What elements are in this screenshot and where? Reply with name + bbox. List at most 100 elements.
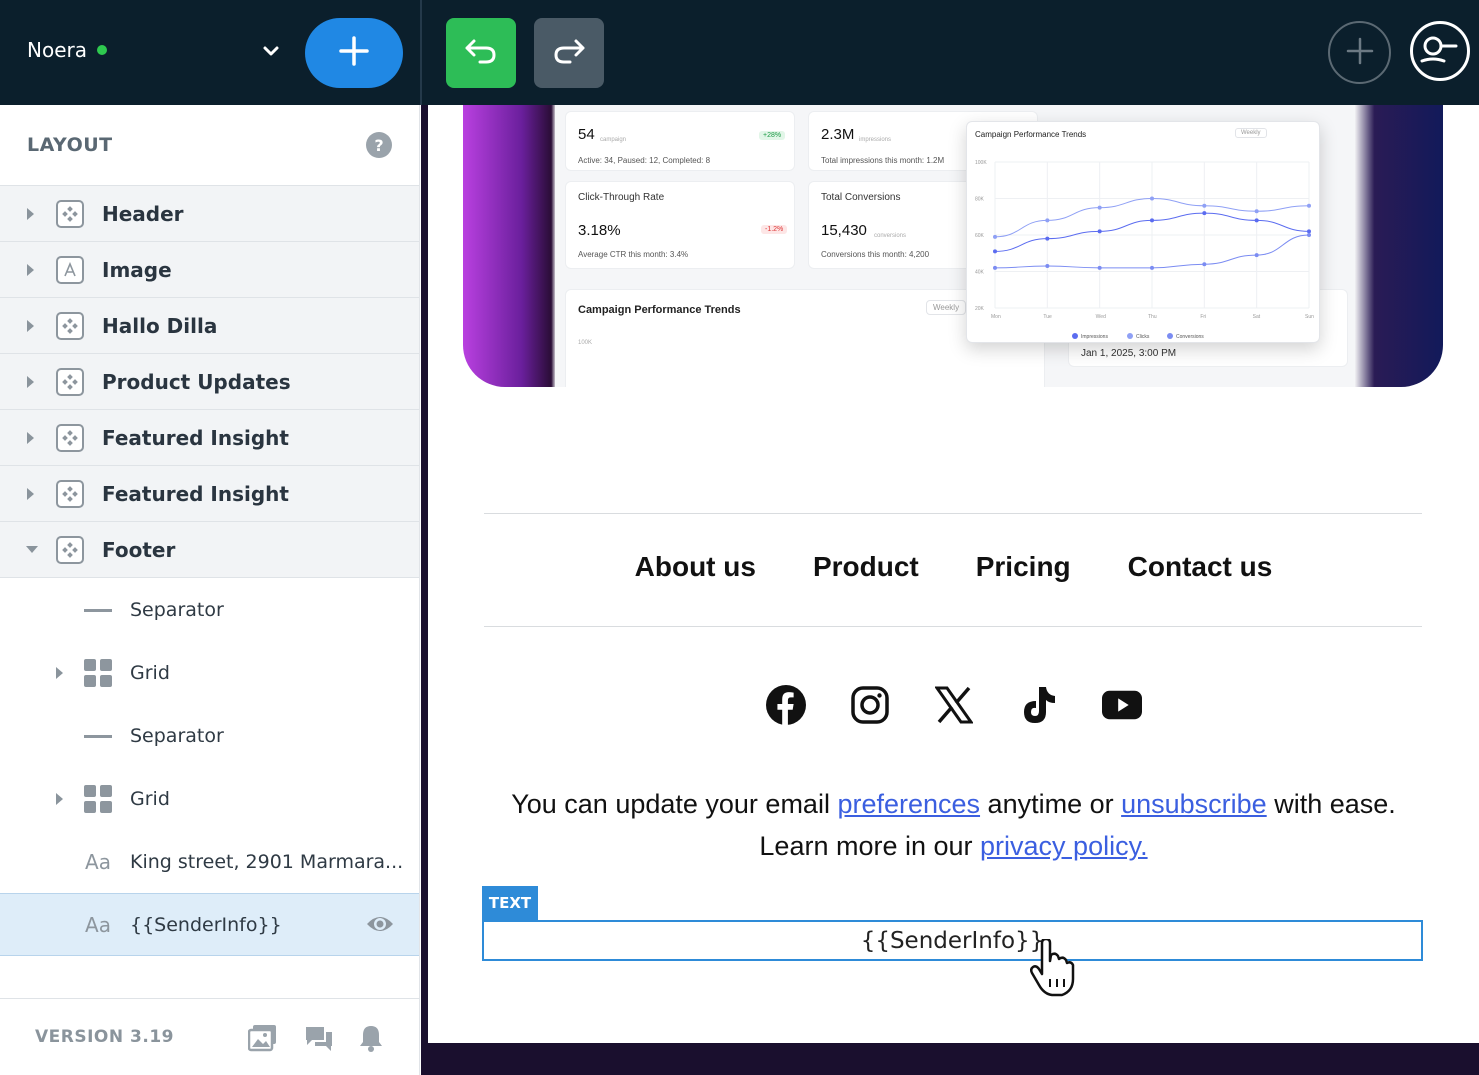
stat-note: Average CTR this month: 3.4%	[578, 250, 689, 259]
notice-text: Learn more in our	[759, 831, 981, 861]
legend-label: Clicks	[1136, 334, 1150, 340]
sender-info-text-block[interactable]: {{SenderInfo}}	[482, 920, 1423, 961]
add-block-button[interactable]	[305, 18, 403, 88]
preferences-notice: You can update your email preferences an…	[428, 783, 1479, 867]
undo-icon	[464, 37, 498, 69]
comments-icon[interactable]	[304, 1024, 334, 1056]
facebook-icon[interactable]	[765, 683, 806, 727]
tree-item-hallo-dilla[interactable]: Hallo Dilla	[0, 298, 419, 354]
unsubscribe-link[interactable]: unsubscribe	[1121, 789, 1267, 819]
tree-item-featured-insight[interactable]: Featured Insight	[0, 466, 419, 522]
grid-icon	[84, 658, 112, 687]
eye-icon[interactable]	[366, 912, 394, 940]
trend-chart: 100K 80K 60K 40K 20K Mon Tue Wed Thu Fri Sat Sun Imp…	[975, 160, 1314, 340]
tree-item-header[interactable]: Header	[0, 186, 419, 242]
layout-title: LAYOUT	[27, 134, 113, 156]
stat-card-ctr: Click-Through Rate 3.18% -1.2% Average C…	[565, 181, 795, 269]
instagram-icon[interactable]	[850, 683, 890, 727]
caret-right-icon[interactable]	[27, 263, 34, 276]
tree-item-featured-insight[interactable]: Featured Insight	[0, 410, 419, 466]
footer-link-about[interactable]: About us	[635, 551, 756, 583]
data-point	[993, 265, 997, 270]
undo-button[interactable]	[446, 18, 516, 88]
tree-child-label: Grid	[130, 661, 170, 684]
hero-image[interactable]: 54 campaign +28% Active: 34, Paused: 12,…	[463, 105, 1443, 387]
y-tick-label: 100K	[975, 160, 987, 166]
text-icon: Aa	[85, 849, 111, 874]
preferences-link[interactable]: preferences	[837, 789, 980, 819]
x-icon[interactable]	[934, 683, 974, 727]
caret-right-icon[interactable]	[27, 319, 34, 332]
grid-icon	[84, 784, 112, 813]
workspace-switcher[interactable]: Noera	[27, 38, 107, 62]
component-icon	[56, 479, 84, 508]
tiktok-icon[interactable]	[1018, 683, 1058, 727]
tree-child-grid[interactable]: Grid	[0, 767, 419, 830]
separator	[484, 626, 1422, 627]
separator-icon	[84, 722, 112, 750]
user-key-icon	[1420, 31, 1460, 71]
bell-icon[interactable]	[358, 1024, 384, 1056]
status-dot	[96, 45, 107, 55]
media-gallery-icon[interactable]	[247, 1024, 278, 1056]
data-point	[1307, 203, 1311, 208]
notice-text: You can update your email	[511, 789, 838, 819]
caret-down-icon[interactable]	[26, 546, 38, 553]
tree-item-product-updates[interactable]: Product Updates	[0, 354, 419, 410]
caret-right-icon[interactable]	[27, 487, 34, 500]
caret-right-icon[interactable]	[27, 207, 34, 220]
text-block-icon	[56, 255, 84, 284]
stat-value: 54	[578, 126, 595, 143]
caret-right-icon[interactable]	[27, 375, 34, 388]
data-point	[1254, 218, 1259, 223]
data-point	[1097, 229, 1102, 234]
help-icon[interactable]: ?	[366, 132, 392, 158]
footer-link-product[interactable]: Product	[813, 551, 919, 583]
tree-child-address-text[interactable]: Aa King street, 2901 Marmara...	[0, 830, 419, 893]
component-icon	[56, 199, 84, 228]
footer-link-pricing[interactable]: Pricing	[976, 551, 1071, 583]
tree-child-separator[interactable]: Separator	[0, 578, 419, 641]
stat-note: Conversions this month: 4,200	[821, 250, 930, 259]
sidebar-footer: VERSION 3.19	[0, 998, 420, 1075]
chevron-down-icon[interactable]	[260, 40, 282, 62]
data-point	[1097, 265, 1102, 270]
caret-right-icon[interactable]	[27, 431, 34, 444]
x-tick-label: Tue	[1043, 314, 1052, 320]
x-tick-label: Wed	[1096, 314, 1106, 320]
notice-text: anytime or	[980, 789, 1122, 819]
component-icon	[56, 535, 84, 564]
add-collaborator-button[interactable]	[1328, 21, 1391, 84]
tree-item-image[interactable]: Image	[0, 242, 419, 298]
notice-text: with ease.	[1266, 789, 1396, 819]
footer-link-contact[interactable]: Contact us	[1128, 551, 1273, 583]
x-tick-label: Sat	[1253, 314, 1261, 320]
redo-button[interactable]	[534, 18, 604, 88]
sender-info-text[interactable]: {{SenderInfo}}	[861, 928, 1045, 954]
layout-sidebar: LAYOUT ? Header Image Hallo Dilla Produc…	[0, 105, 420, 1075]
privacy-policy-link[interactable]: privacy policy.	[980, 831, 1148, 861]
youtube-icon[interactable]	[1101, 683, 1142, 727]
tree-item-footer[interactable]: Footer	[0, 522, 419, 578]
separator	[484, 513, 1422, 514]
data-point	[1307, 233, 1311, 237]
tree-child-sender-info[interactable]: Aa {{SenderInfo}}	[0, 893, 419, 956]
tree-item-label: Footer	[102, 537, 176, 562]
stat-value: 2.3M	[821, 126, 855, 143]
plus-icon	[1345, 36, 1375, 70]
data-point	[993, 249, 997, 254]
user-avatar-button[interactable]	[1410, 21, 1470, 81]
stat-value: 15,430	[821, 222, 867, 239]
x-tick-label: Thu	[1148, 314, 1157, 320]
tree-item-label: Featured Insight	[102, 425, 289, 450]
caret-right-icon[interactable]	[56, 666, 63, 679]
toolbar-divider	[420, 0, 422, 105]
redo-icon	[552, 37, 586, 69]
tree-child-grid[interactable]: Grid	[0, 641, 419, 704]
data-point	[1307, 229, 1311, 234]
email-canvas: 54 campaign +28% Active: 34, Paused: 12,…	[428, 105, 1479, 1043]
caret-right-icon[interactable]	[56, 792, 63, 805]
stat-title: Click-Through Rate	[578, 192, 665, 203]
legend-swatch	[1167, 333, 1173, 339]
tree-child-separator[interactable]: Separator	[0, 704, 419, 767]
